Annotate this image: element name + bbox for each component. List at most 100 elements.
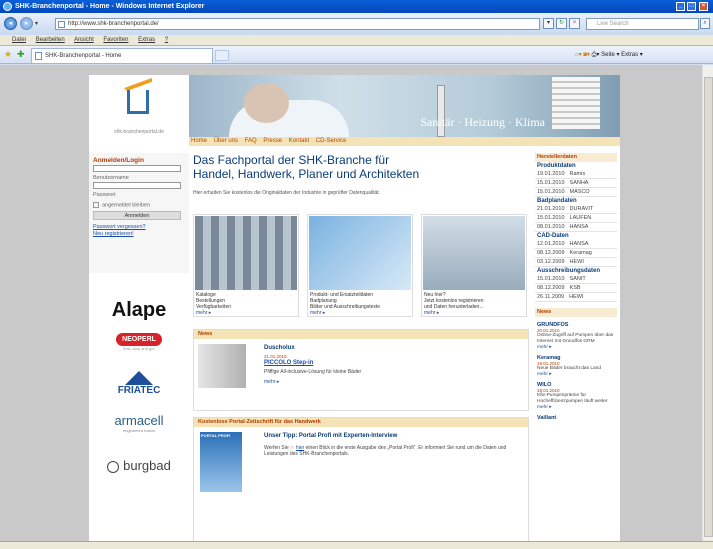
- data-row-manufacturer: HANSA: [569, 224, 589, 230]
- right-news-more-link[interactable]: mehr ▸: [535, 405, 617, 410]
- data-row-manufacturer: HANSA: [569, 241, 589, 247]
- search-input[interactable]: Live Search: [586, 18, 699, 30]
- print-icon[interactable]: ⎙▾: [592, 52, 600, 58]
- menu-help[interactable]: ?: [165, 37, 168, 43]
- favorites-star-icon[interactable]: ★: [4, 50, 13, 59]
- forgot-password-link[interactable]: Passwort vergessen?: [93, 224, 185, 231]
- magazine-title: Kostenlose Portal-Zeitschrift für das Ha…: [194, 418, 528, 427]
- data-row[interactable]: 26.11.2009 HEWI: [535, 293, 617, 302]
- command-bar-labels[interactable]: Seite ▾ Extras ▾: [601, 52, 643, 58]
- home-icon[interactable]: ⌂▾: [575, 52, 582, 58]
- add-favorite-icon[interactable]: ✚: [17, 50, 26, 59]
- neoperl-logo[interactable]: NEOPERL flow, stop and go!: [89, 333, 189, 367]
- window-title: SHK-Branchenportal - Home - Windows Inte…: [15, 3, 205, 10]
- data-row-date: 21.01.2010: [537, 206, 565, 212]
- forward-icon[interactable]: ▸: [20, 17, 33, 30]
- heading-line-2: Handel, Handwerk, Planer und Architekten: [193, 167, 420, 181]
- news-more-link[interactable]: mehr ▸: [264, 379, 279, 385]
- nav-presse[interactable]: Presse: [263, 138, 282, 144]
- data-row[interactable]: 15.01.2010 LAUFEN: [535, 214, 617, 223]
- nav-cd-service[interactable]: CD-Service: [316, 138, 347, 144]
- menu-extras[interactable]: Extras: [138, 37, 155, 43]
- manufacturer-data-title: Herstellerdaten: [535, 153, 617, 162]
- right-news-item: WILO 18.01.2010 Kfw-Pumpenprämie für Hoche…: [535, 382, 617, 410]
- data-row[interactable]: 08.01.2010 HANSA: [535, 223, 617, 232]
- armacell-text: armacell: [114, 413, 164, 428]
- menu-bar: Datei Bearbeiten Ansicht Favoriten Extra…: [0, 35, 713, 46]
- close-icon[interactable]: ×: [699, 2, 708, 11]
- tile-more-link[interactable]: mehr ▸: [310, 310, 325, 316]
- news-headline-link[interactable]: PICCOLO Step-in: [264, 360, 313, 366]
- data-row[interactable]: 08.12.2009 KSB: [535, 284, 617, 293]
- data-row-date: 26.11.2009: [537, 294, 565, 300]
- address-field[interactable]: http://www.shk-branchenportal.de/: [55, 18, 540, 30]
- nav-faq[interactable]: FAQ: [245, 138, 257, 144]
- feeds-icon[interactable]: ◙▾: [583, 52, 590, 58]
- remember-checkbox[interactable]: [93, 202, 99, 208]
- data-row[interactable]: 03.12.2009 HEWI: [535, 258, 617, 267]
- right-news-name: Vaillant: [537, 415, 557, 421]
- alape-logo[interactable]: Alape: [89, 288, 189, 333]
- menu-datei[interactable]: Datei: [12, 37, 26, 43]
- magazine-section: Kostenlose Portal-Zeitschrift für das Ha…: [193, 417, 529, 541]
- username-field[interactable]: [93, 182, 181, 189]
- login-top-field[interactable]: [93, 165, 181, 172]
- data-row-date: 15.01.2010: [537, 189, 565, 195]
- tile-more-link[interactable]: mehr ▸: [196, 310, 211, 316]
- data-group-title: Badplandaten: [537, 198, 577, 204]
- data-row[interactable]: 15.01.2010 MASCO: [535, 188, 617, 197]
- maximize-icon[interactable]: □: [687, 2, 696, 11]
- data-row[interactable]: 19.01.2010 Ramis: [535, 170, 617, 179]
- nav-kontakt[interactable]: Kontakt: [289, 138, 309, 144]
- history-dropdown-icon[interactable]: ▾: [35, 20, 38, 27]
- tile-text: Neu hier? Jetzt kostenlos registrieren u…: [424, 292, 484, 310]
- left-sidebar: Anmelden/Login Benutzername Passwort ang…: [89, 153, 189, 541]
- right-news-more-link[interactable]: mehr ▸: [535, 345, 617, 350]
- register-link[interactable]: Neu registrieren!: [93, 231, 185, 238]
- minimize-icon[interactable]: _: [676, 2, 685, 11]
- tab-home[interactable]: SHK-Branchenportal - Home: [31, 48, 213, 63]
- new-tab-button[interactable]: [215, 50, 229, 61]
- stop-icon[interactable]: ×: [569, 18, 580, 29]
- burgbad-text: burgbad: [123, 458, 171, 473]
- menu-ansicht[interactable]: Ansicht: [74, 37, 94, 43]
- tile-product-data[interactable]: Produkt- und Ersatzteildaten Badplanung …: [307, 214, 413, 317]
- data-row[interactable]: 15.01.2010 SANHA: [535, 179, 617, 188]
- tile-text: Kataloge Bestellungen Verfügbarkeiten: [196, 292, 232, 310]
- address-toolbar: ◂ ▸ ▾ http://www.shk-branchenportal.de/ …: [0, 13, 713, 35]
- data-row[interactable]: 21.01.2010 DURAVIT: [535, 205, 617, 214]
- main-navigation: Home Über uns FAQ Presse Kontakt CD-Serv…: [189, 137, 620, 146]
- login-button[interactable]: Anmelden: [93, 211, 181, 221]
- status-bar: [0, 541, 713, 549]
- armacell-logo[interactable]: armacell engineered foams: [89, 413, 189, 451]
- data-row-date: 08.12.2009: [537, 285, 565, 291]
- magazine-cover-image[interactable]: PORTAL PROFI: [200, 432, 242, 492]
- burgbad-logo[interactable]: burgbad: [89, 451, 189, 481]
- tile-catalogs[interactable]: Kataloge Bestellungen Verfügbarkeiten me…: [193, 214, 299, 317]
- username-label: Benutzername: [93, 175, 129, 181]
- refresh-icon[interactable]: ↻: [556, 18, 567, 29]
- scroll-thumb[interactable]: [704, 77, 713, 537]
- nav-ueber-uns[interactable]: Über uns: [214, 138, 238, 144]
- search-icon[interactable]: ⌕: [700, 18, 710, 29]
- menu-favoriten[interactable]: Favoriten: [103, 37, 128, 43]
- nav-home[interactable]: Home: [191, 138, 207, 144]
- data-row[interactable]: 12.01.2010 HANSA: [535, 240, 617, 249]
- right-news-more-link[interactable]: mehr ▸: [535, 372, 617, 377]
- web-page: shk-branchenportal.de Sanitär · Heizung …: [89, 75, 620, 541]
- partner-logos: Alape NEOPERL flow, stop and go! FRIATEC…: [89, 288, 189, 481]
- vertical-scrollbar[interactable]: [702, 65, 713, 541]
- data-row[interactable]: 15.01.2010 SANIT: [535, 275, 617, 284]
- browser-window: SHK-Branchenportal - Home - Windows Inte…: [0, 0, 713, 549]
- data-row-date: 08.01.2010: [537, 224, 565, 230]
- back-icon[interactable]: ◂: [4, 17, 17, 30]
- data-row[interactable]: 08.12.2009 Keramag: [535, 249, 617, 258]
- friatec-logo[interactable]: FRIATEC: [89, 371, 189, 413]
- address-dropdown-icon[interactable]: ▾: [543, 18, 554, 29]
- tile-register[interactable]: Neu hier? Jetzt kostenlos registrieren u…: [421, 214, 527, 317]
- friatec-text: FRIATEC: [117, 385, 161, 396]
- site-logo[interactable]: shk-branchenportal.de: [89, 75, 189, 140]
- menu-bearbeiten[interactable]: Bearbeiten: [36, 37, 65, 43]
- tile-more-link[interactable]: mehr ▸: [424, 310, 439, 316]
- data-row-manufacturer: HEWI: [569, 294, 584, 300]
